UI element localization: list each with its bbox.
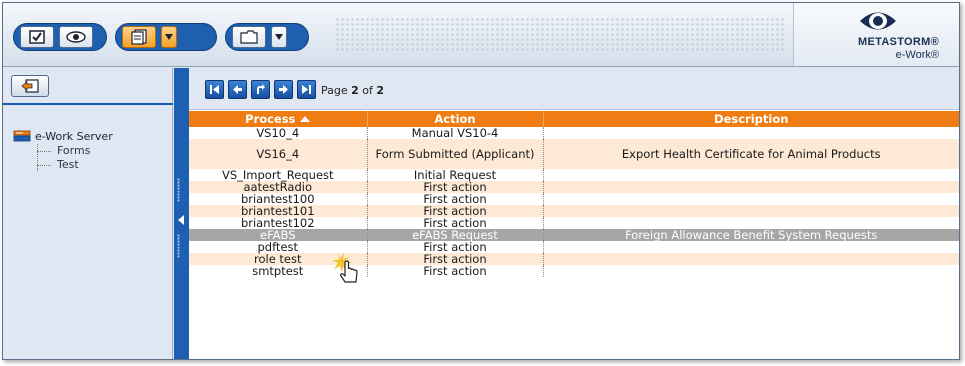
- action-cell: Manual VS10-4: [367, 127, 544, 139]
- collapse-arrow-icon[interactable]: [178, 215, 184, 225]
- description-cell: [543, 127, 959, 139]
- back-button[interactable]: [11, 75, 49, 97]
- toolbar-texture: [335, 17, 785, 53]
- work-items-dropdown[interactable]: [161, 26, 177, 48]
- column-header-process[interactable]: Process: [189, 111, 368, 127]
- description-cell: [543, 265, 959, 277]
- column-header-action[interactable]: Action: [367, 111, 544, 127]
- server-icon: [13, 130, 31, 142]
- folders-dropdown[interactable]: [271, 26, 287, 48]
- description-cell: [543, 193, 959, 205]
- watch-button[interactable]: [59, 26, 93, 48]
- logo-brand: METASTORM®: [858, 36, 939, 48]
- column-header-label: Action: [434, 112, 476, 126]
- process-cell: VS10_4: [189, 127, 368, 139]
- table-row[interactable]: VS16_4 Form Submitted (Applicant) Export H…: [189, 139, 959, 169]
- sidebar: e-Work Server Forms Test: [3, 68, 173, 359]
- main-panel: Page 2 of 2 Process Action Description V…: [189, 68, 959, 359]
- description-cell: [543, 253, 959, 265]
- chevron-down-icon: [275, 34, 283, 40]
- checkbox-icon: [29, 30, 45, 44]
- process-table: Process Action Description VS10_4 Manual …: [189, 111, 959, 277]
- tree-root-label: e-Work Server: [35, 129, 113, 143]
- metastorm-logo: METASTORM® e-Work®: [793, 3, 959, 66]
- description-cell: [543, 205, 959, 217]
- total-pages: 2: [376, 84, 385, 97]
- description-cell: [543, 241, 959, 253]
- folders-button[interactable]: [232, 26, 266, 48]
- next-page-button[interactable]: [274, 80, 293, 99]
- tree-item-label: Test: [57, 158, 79, 171]
- view-toggle-group: [13, 23, 107, 51]
- description-cell: [543, 181, 959, 193]
- tree-item-forms[interactable]: Forms: [13, 144, 113, 158]
- description-cell: [543, 169, 959, 181]
- column-header-label: Description: [714, 112, 789, 126]
- folders-group: [225, 23, 309, 51]
- work-items-button[interactable]: [122, 26, 156, 48]
- splitter-grip: [177, 178, 180, 202]
- eye-icon: [66, 31, 86, 43]
- sidebar-divider: [3, 103, 173, 105]
- previous-page-button[interactable]: [228, 80, 247, 99]
- next-page-icon: [279, 85, 288, 94]
- table-header-row: Process Action Description: [189, 111, 959, 127]
- pager-bar: Page 2 of 2: [189, 68, 959, 110]
- server-tree: e-Work Server Forms Test: [13, 128, 113, 172]
- description-cell: Foreign Allowance Benefit System Request…: [543, 229, 959, 241]
- column-header-description[interactable]: Description: [543, 111, 959, 127]
- table-row[interactable]: smtptest First action: [189, 265, 959, 277]
- toolbar: METASTORM® e-Work®: [3, 3, 959, 67]
- metastorm-eye-icon: [860, 12, 896, 30]
- last-page-button[interactable]: [297, 80, 316, 99]
- last-page-icon: [302, 85, 311, 94]
- work-items-group: [115, 23, 217, 51]
- tree-root[interactable]: e-Work Server: [13, 128, 113, 144]
- document-stack-icon: [131, 29, 147, 45]
- back-arrow-icon: [21, 79, 39, 93]
- chevron-down-icon: [165, 34, 173, 40]
- action-cell: First action: [367, 265, 544, 277]
- sort-ascending-icon: [300, 116, 311, 122]
- table-row-selected[interactable]: eFABS eFABS Request Foreign Allowance Bene…: [189, 229, 959, 241]
- action-cell: Form Submitted (Applicant): [367, 139, 544, 169]
- page-indicator: Page 2 of 2: [321, 84, 384, 97]
- column-header-label: Process: [245, 112, 296, 126]
- tree-item-label: Forms: [57, 144, 91, 157]
- current-page: 2: [351, 84, 359, 97]
- refresh-icon: [257, 84, 265, 94]
- tree-item-test[interactable]: Test: [13, 158, 113, 172]
- hand-pointer-icon: [332, 252, 358, 283]
- panel-splitter[interactable]: [174, 68, 189, 359]
- folder-icon: [240, 30, 258, 44]
- description-cell: Export Health Certificate for Animal Pro…: [543, 139, 959, 169]
- splitter-grip: [177, 234, 180, 258]
- process-cell: VS16_4: [189, 139, 368, 169]
- first-page-button[interactable]: [205, 80, 224, 99]
- first-page-icon: [210, 85, 219, 94]
- refresh-button[interactable]: [251, 80, 270, 99]
- checkbox-view-button[interactable]: [20, 26, 54, 48]
- page-prefix: Page: [321, 84, 348, 97]
- page-separator: of: [362, 84, 373, 97]
- app-window: METASTORM® e-Work® e-Work Server Forms T…: [2, 2, 960, 360]
- table-row[interactable]: role test First action: [189, 253, 959, 265]
- table-row[interactable]: VS10_4 Manual VS10-4: [189, 127, 959, 139]
- previous-page-icon: [233, 85, 242, 94]
- table-row[interactable]: pdftest First action: [189, 241, 959, 253]
- logo-product: e-Work®: [895, 49, 939, 61]
